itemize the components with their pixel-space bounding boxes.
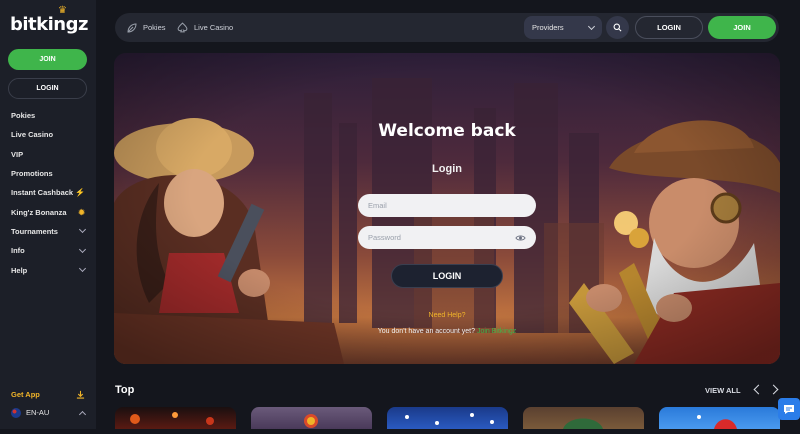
welcome-title: Welcome back (378, 121, 516, 141)
sidebar-item-kingz-bonanza[interactable]: King'z Bonanza ✹ (0, 202, 96, 221)
login-subtitle: Login (432, 163, 462, 175)
chevron-down-icon (587, 22, 596, 30)
spade-icon (177, 22, 188, 33)
sidebar-item-vip[interactable]: VIP (0, 145, 96, 164)
game-thumbnail[interactable] (523, 407, 644, 429)
password-field[interactable]: Password (358, 226, 536, 249)
section-title-top: Top (115, 384, 135, 396)
game-thumbnail[interactable] (115, 407, 236, 429)
sidebar-item-promotions[interactable]: Promotions (0, 164, 96, 183)
brand-logo[interactable]: bitkingz ♛ (10, 5, 88, 35)
language-selector[interactable]: EN-AU (11, 408, 87, 419)
topbar-pokies-link[interactable]: Pokies (127, 13, 166, 42)
chevron-down-icon (78, 264, 87, 273)
flag-au-icon (11, 408, 21, 419)
join-bitkingz-link[interactable]: Join Bitkingz (477, 328, 516, 335)
sidebar-item-instant-cashback[interactable]: Instant Cashback ⚡ (0, 183, 96, 202)
game-thumbnail[interactable] (387, 407, 508, 429)
chat-icon (784, 404, 794, 414)
leaf-icon (127, 22, 137, 33)
chevron-left-icon[interactable] (753, 384, 764, 395)
sidebar: bitkingz ♛ JOIN LOGIN Pokies Live Casino… (0, 0, 96, 429)
search-button[interactable] (606, 16, 629, 39)
top-bar: Pokies Live Casino Providers LOGIN JOIN (115, 13, 779, 42)
sidebar-item-pokies[interactable]: Pokies (0, 106, 96, 125)
chevron-up-icon (78, 410, 87, 419)
sun-icon: ✹ (78, 207, 85, 217)
email-field[interactable]: Email (358, 194, 536, 217)
lightning-icon: ⚡ (75, 188, 85, 198)
chevron-down-icon (78, 226, 87, 234)
topbar-join-button[interactable]: JOIN (708, 16, 776, 39)
search-icon (613, 23, 622, 32)
sidebar-nav: Pokies Live Casino VIP Promotions Instan… (0, 106, 96, 280)
eye-icon[interactable] (515, 234, 526, 242)
need-help-link[interactable]: Need Help? (114, 312, 780, 319)
sidebar-item-live-casino[interactable]: Live Casino (0, 125, 96, 144)
providers-dropdown[interactable]: Providers (524, 16, 602, 39)
sidebar-item-tournaments[interactable]: Tournaments (0, 222, 96, 241)
game-thumbnails (115, 407, 780, 429)
sidebar-item-help[interactable]: Help (0, 260, 96, 279)
sidebar-login-button[interactable]: LOGIN (8, 78, 87, 99)
game-thumbnail[interactable] (659, 407, 780, 429)
login-hero: Welcome back Login Email Password LOGIN … (114, 53, 780, 364)
crown-icon: ♛ (58, 5, 67, 16)
topbar-live-casino-link[interactable]: Live Casino (177, 13, 233, 42)
sidebar-join-button[interactable]: JOIN (8, 49, 87, 70)
get-app-link[interactable]: Get App (11, 390, 85, 399)
game-thumbnail[interactable] (251, 407, 372, 429)
login-submit-button[interactable]: LOGIN (391, 264, 503, 288)
download-icon (76, 390, 85, 399)
sidebar-item-info[interactable]: Info (0, 241, 96, 260)
no-account-text: You don't have an account yet? Join Bitk… (377, 328, 517, 335)
view-all-link[interactable]: VIEW ALL (705, 386, 741, 395)
topbar-login-button[interactable]: LOGIN (635, 16, 703, 39)
chevron-down-icon (78, 245, 87, 253)
chevron-right-icon[interactable] (768, 384, 779, 395)
live-chat-button[interactable] (778, 398, 800, 420)
